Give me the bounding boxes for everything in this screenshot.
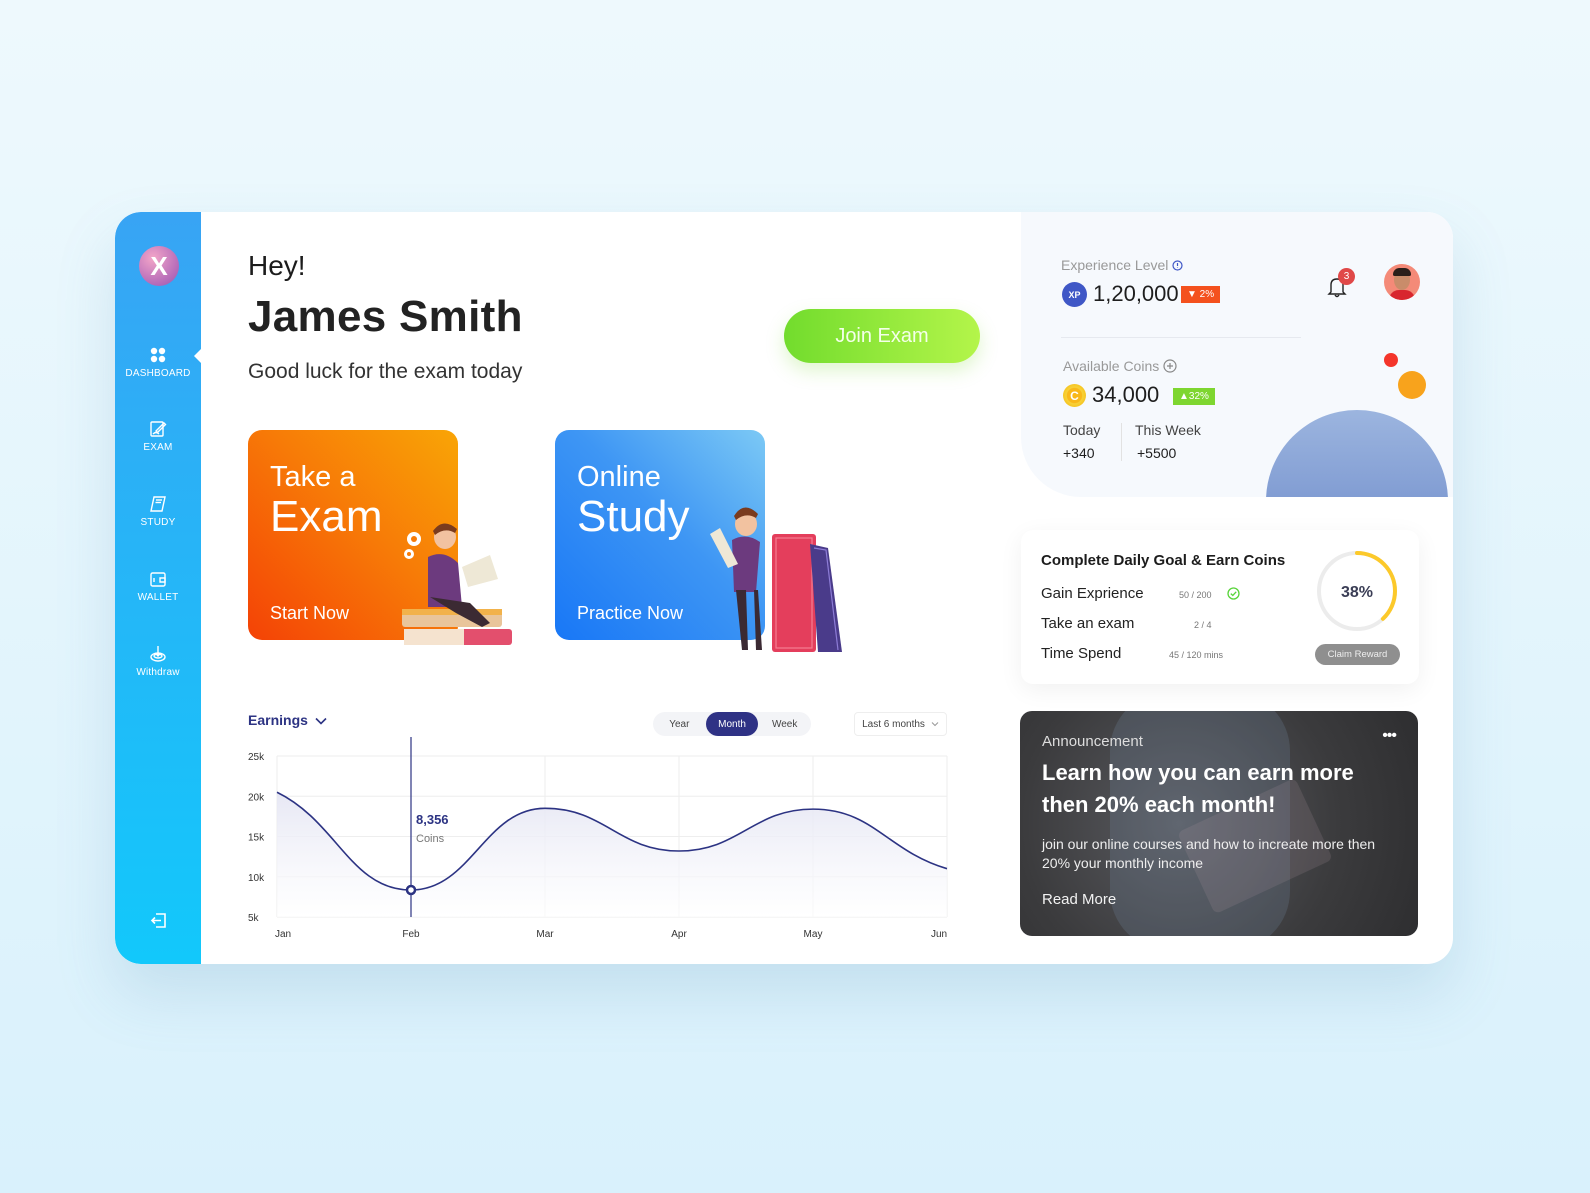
daily-goal-card: Complete Daily Goal & Earn Coins Gain Ex… xyxy=(1021,530,1419,684)
earnings-line-chart: 25k 20k 15k 10k 5k Jan Feb Mar Apr May Jun 8,356 Coi… xyxy=(248,737,948,940)
sidebar-item-withdraw[interactable]: Withdraw xyxy=(115,645,201,678)
daily-goal-title: Complete Daily Goal & Earn Coins xyxy=(1041,552,1286,569)
announcement-card: Announcement ••• Learn how you can earn … xyxy=(1020,711,1418,936)
x-tick-label: Jan xyxy=(275,929,291,940)
sidebar-item-wallet[interactable]: WALLET xyxy=(115,570,201,603)
card-title-line1: Take a xyxy=(270,461,356,493)
goal-label: Take an exam xyxy=(1041,615,1135,632)
y-tick-label: 5k xyxy=(248,913,260,924)
student-laptop-illustration xyxy=(402,523,512,645)
experience-label-text: Experience Level xyxy=(1061,257,1169,273)
dashboard-window: X DASHBOARD EXAM STUDY WALLET Withdraw H… xyxy=(115,212,1453,964)
announcement-label: Announcement xyxy=(1042,733,1143,750)
chevron-down-icon xyxy=(931,722,939,727)
y-tick-label: 20k xyxy=(248,792,265,803)
user-avatar[interactable] xyxy=(1384,264,1420,300)
sidebar-item-label: STUDY xyxy=(140,517,176,528)
sidebar-item-label: Withdraw xyxy=(136,667,180,678)
segment-week[interactable]: Week xyxy=(758,712,811,736)
sidebar-item-label: WALLET xyxy=(137,592,179,603)
info-icon[interactable] xyxy=(1172,260,1183,271)
decor-dot-orange xyxy=(1398,371,1426,399)
coins-change-badge: ▲32% xyxy=(1173,388,1215,405)
today-label: Today xyxy=(1063,422,1101,438)
tooltip-unit: Coins xyxy=(416,833,445,845)
logout-icon[interactable] xyxy=(150,912,167,929)
sidebar-item-study[interactable]: STUDY xyxy=(115,495,201,528)
read-more-link[interactable]: Read More xyxy=(1042,891,1116,908)
goal-value: 45 / 120 mins xyxy=(1169,650,1224,660)
coins-label: Available Coins xyxy=(1063,358,1177,374)
coin-icon: C xyxy=(1063,384,1086,407)
decor-semicircle xyxy=(1266,410,1448,497)
start-now-link[interactable]: Start Now xyxy=(270,603,349,624)
decor-dot-red xyxy=(1384,353,1398,367)
goal-label: Gain Exprience xyxy=(1041,585,1144,602)
period-segmented-control: Year Month Week xyxy=(653,712,811,736)
experience-change-badge: ▼ 2% xyxy=(1181,286,1221,303)
segment-month[interactable]: Month xyxy=(705,712,759,736)
add-coins-icon[interactable] xyxy=(1163,359,1177,373)
stats-panel: Experience Level XP 1,20,000 ▼ 2% Availa… xyxy=(1021,212,1453,497)
earnings-title: Earnings xyxy=(248,712,308,728)
range-select[interactable]: Last 6 months xyxy=(854,712,947,736)
student-books-illustration xyxy=(710,507,842,652)
join-exam-button[interactable]: Join Exam xyxy=(784,309,980,363)
x-tick-label: Jun xyxy=(931,929,947,940)
coins-label-text: Available Coins xyxy=(1063,358,1160,374)
withdraw-icon xyxy=(150,646,166,662)
sidebar-item-label: DASHBOARD xyxy=(125,368,191,379)
announcement-title: Learn how you can earn more then 20% eac… xyxy=(1042,760,1354,817)
goal-value: 50 / 200 xyxy=(1179,590,1212,600)
sidebar-item-label: EXAM xyxy=(143,442,173,453)
sidebar-item-dashboard[interactable]: DASHBOARD xyxy=(115,346,201,379)
xp-icon: XP xyxy=(1062,282,1087,307)
x-tick-label: Feb xyxy=(402,929,420,940)
sidebar: X DASHBOARD EXAM STUDY WALLET Withdraw xyxy=(115,212,202,964)
divider xyxy=(1061,337,1301,338)
area-fill xyxy=(277,792,947,917)
this-week-label: This Week xyxy=(1135,422,1201,438)
segment-year[interactable]: Year xyxy=(653,712,706,736)
active-indicator xyxy=(194,348,202,364)
coins-value: 34,000 xyxy=(1092,382,1160,407)
y-tick-label: 25k xyxy=(248,752,265,763)
notifications-button[interactable]: 3 xyxy=(1327,268,1355,298)
book-icon xyxy=(150,496,166,512)
y-tick-label: 15k xyxy=(248,833,265,844)
announcement-body: join our online courses and how to incre… xyxy=(1042,836,1376,871)
data-point-marker xyxy=(405,884,417,896)
wallet-icon xyxy=(150,572,166,587)
sidebar-item-exam[interactable]: EXAM xyxy=(115,420,201,453)
claim-reward-button[interactable]: Claim Reward xyxy=(1315,644,1400,665)
progress-percent: 38% xyxy=(1341,584,1373,601)
goal-value: 2 / 4 xyxy=(1194,620,1212,630)
tooltip-value: 8,356 xyxy=(416,812,449,827)
practice-now-link[interactable]: Practice Now xyxy=(577,603,683,624)
x-tick-label: Apr xyxy=(671,929,687,940)
chevron-down-icon xyxy=(315,717,327,725)
user-name: James Smith xyxy=(248,292,523,341)
greeting-subtitle: Good luck for the exam today xyxy=(248,360,523,383)
experience-value: 1,20,000 xyxy=(1093,281,1179,306)
more-options-icon[interactable]: ••• xyxy=(1382,727,1397,745)
x-tick-label: May xyxy=(804,929,823,940)
experience-label: Experience Level xyxy=(1061,257,1183,273)
divider xyxy=(1121,423,1122,461)
grid-icon xyxy=(150,347,166,363)
notification-count-badge: 3 xyxy=(1338,268,1355,285)
earnings-dropdown[interactable]: Earnings xyxy=(248,712,327,728)
goal-progress-ring: 38% xyxy=(1317,551,1397,631)
x-tick-label: Mar xyxy=(536,929,554,940)
y-tick-label: 10k xyxy=(248,873,265,884)
app-logo[interactable]: X xyxy=(139,246,179,286)
today-value: +340 xyxy=(1063,445,1095,461)
range-value: Last 6 months xyxy=(862,718,925,730)
check-circle-icon xyxy=(1227,587,1240,600)
card-title-line1: Online xyxy=(577,461,661,493)
exam-icon xyxy=(150,421,167,437)
greeting-hey: Hey! xyxy=(248,250,306,281)
goal-label: Time Spend xyxy=(1041,645,1122,662)
this-week-value: +5500 xyxy=(1137,445,1177,461)
